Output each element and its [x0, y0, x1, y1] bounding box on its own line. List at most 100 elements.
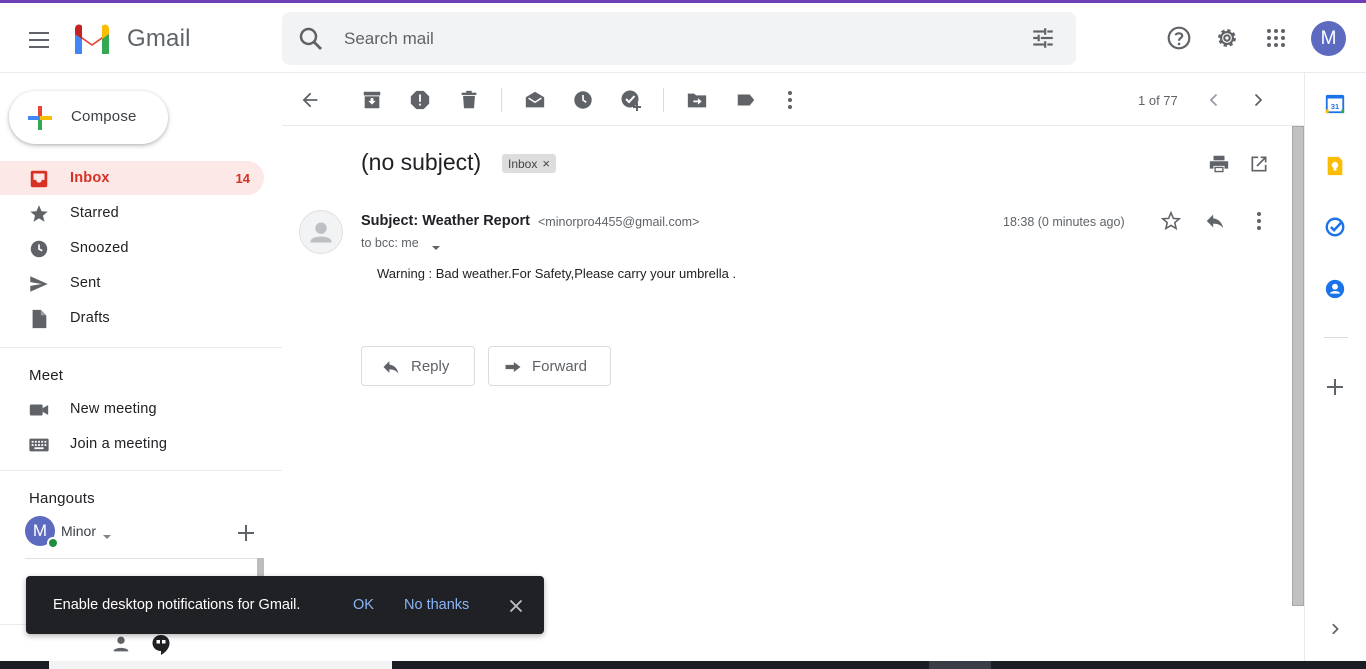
sidebar-item-label: Join a meeting — [70, 436, 168, 452]
person-icon[interactable] — [110, 633, 132, 655]
keyboard-icon — [28, 434, 50, 456]
sidebar-divider — [0, 470, 282, 471]
more-vert-icon[interactable] — [1246, 208, 1272, 234]
settings-icon[interactable] — [1209, 20, 1245, 56]
archive-icon[interactable] — [358, 86, 386, 114]
help-icon[interactable] — [1161, 20, 1197, 56]
back-arrow-icon[interactable] — [296, 86, 324, 114]
more-vert-icon[interactable] — [776, 86, 804, 114]
close-icon[interactable]: × — [542, 156, 550, 171]
sidebar-item-label: Inbox — [70, 170, 110, 186]
draft-icon — [28, 308, 50, 330]
hangouts-user-name[interactable]: Minor — [61, 523, 96, 539]
star-outline-icon[interactable] — [1158, 208, 1184, 234]
gmail-logo-icon[interactable] — [72, 24, 112, 54]
inbox-icon — [28, 168, 50, 190]
mark-unread-icon[interactable] — [521, 86, 549, 114]
search-bar[interactable] — [282, 12, 1076, 65]
open-in-new-window-icon[interactable] — [1246, 151, 1272, 177]
toast-message: Enable desktop notifications for Gmail. — [53, 597, 301, 613]
menu-icon[interactable] — [20, 20, 60, 60]
reply-icon[interactable] — [1202, 208, 1228, 234]
sidebar-item-starred[interactable]: Starred — [0, 196, 264, 230]
search-input[interactable] — [344, 25, 984, 53]
sidebar-item-inbox[interactable]: Inbox 14 — [0, 161, 264, 195]
online-status-dot — [47, 537, 59, 549]
video-icon — [28, 399, 50, 421]
sidebar-item-label: Starred — [70, 205, 119, 221]
taskbar-search-box[interactable] — [49, 661, 392, 669]
print-icon[interactable] — [1206, 151, 1232, 177]
pager-count: 1 of 77 — [1138, 93, 1178, 108]
account-avatar[interactable]: M — [1311, 21, 1346, 56]
chevron-down-icon[interactable] — [431, 239, 441, 250]
sidebar-item-sent[interactable]: Sent — [0, 266, 264, 300]
sidebar-item-join-meeting[interactable]: Join a meeting — [0, 427, 264, 461]
apps-icon[interactable] — [1258, 20, 1294, 56]
forward-button[interactable]: Forward — [488, 346, 611, 386]
calendar-icon[interactable]: 31 — [1323, 92, 1347, 116]
sidebar-item-drafts[interactable]: Drafts — [0, 301, 264, 335]
header: Gmail M — [0, 3, 1366, 73]
search-icon[interactable] — [296, 24, 326, 54]
label-chip-text: Inbox — [508, 156, 538, 171]
sidebar-item-label: Sent — [70, 275, 101, 291]
chevron-left-icon[interactable] — [1200, 86, 1228, 114]
taskbar-active-app[interactable] — [929, 661, 991, 669]
sidebar-divider — [0, 347, 282, 348]
message-timestamp: 18:38 (0 minutes ago) — [1003, 215, 1125, 229]
sidebar-item-snoozed[interactable]: Snoozed — [0, 231, 264, 265]
chevron-down-icon[interactable] — [102, 528, 112, 539]
message-body: Warning : Bad weather.For Safety,Please … — [377, 266, 737, 281]
toolbar-separator — [501, 88, 502, 112]
reply-label: Reply — [411, 358, 450, 375]
move-to-icon[interactable] — [683, 86, 711, 114]
inbox-label-chip[interactable]: Inbox × — [502, 154, 556, 173]
notification-toast: Enable desktop notifications for Gmail. … — [26, 576, 544, 634]
add-to-tasks-icon[interactable] — [617, 86, 645, 114]
tasks-icon[interactable] — [1323, 215, 1347, 239]
sender-avatar[interactable] — [299, 210, 343, 254]
forward-label: Forward — [532, 358, 588, 375]
contacts-icon[interactable] — [1323, 277, 1347, 301]
add-icon[interactable] — [1323, 375, 1347, 399]
unread-count: 14 — [235, 171, 250, 186]
recipient-line: to bcc: me — [361, 236, 419, 250]
sidebar-item-label: New meeting — [70, 401, 157, 417]
report-spam-icon[interactable] — [406, 86, 434, 114]
hangouts-title: Hangouts — [29, 490, 95, 507]
toast-ok-button[interactable]: OK — [353, 597, 374, 613]
add-contact-icon[interactable] — [234, 521, 258, 545]
forward-icon — [503, 357, 523, 377]
hangouts-divider — [25, 558, 257, 559]
sidebar-item-label: Snoozed — [70, 240, 129, 256]
side-panel-divider — [1324, 337, 1348, 338]
toolbar-separator — [663, 88, 664, 112]
svg-text:31: 31 — [1331, 102, 1339, 111]
tune-icon[interactable] — [1030, 25, 1056, 51]
message-scrollbar[interactable] — [1292, 126, 1304, 606]
snooze-icon[interactable] — [569, 86, 597, 114]
sender-email: <minorpro4455@gmail.com> — [538, 215, 700, 229]
message-subject: (no subject) — [361, 149, 482, 175]
app-name: Gmail — [127, 25, 191, 52]
toolbar-divider — [282, 125, 1304, 126]
toast-no-thanks-button[interactable]: No thanks — [404, 597, 469, 613]
compose-button[interactable]: Compose — [9, 91, 168, 144]
meet-title: Meet — [29, 367, 64, 384]
compose-label: Compose — [71, 108, 137, 125]
sidebar-item-new-meeting[interactable]: New meeting — [0, 392, 264, 426]
send-icon — [28, 273, 50, 295]
reply-button[interactable]: Reply — [361, 346, 475, 386]
chevron-right-icon[interactable] — [1244, 86, 1272, 114]
star-icon — [28, 203, 50, 225]
clock-icon — [28, 238, 50, 260]
chevron-right-icon[interactable] — [1323, 617, 1347, 641]
sender-name[interactable]: Subject: Weather Report — [361, 213, 530, 229]
label-icon[interactable] — [732, 86, 760, 114]
reply-icon — [381, 357, 401, 377]
sidebar-item-label: Drafts — [70, 310, 110, 326]
close-icon[interactable] — [505, 595, 527, 617]
delete-icon[interactable] — [455, 86, 483, 114]
keep-icon[interactable] — [1323, 154, 1347, 178]
